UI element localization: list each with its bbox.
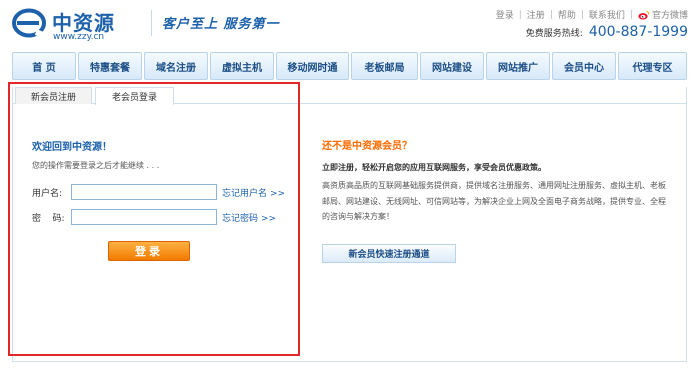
nav-item-promotion[interactable]: 网站推广	[486, 52, 550, 80]
weibo-icon	[638, 10, 650, 19]
nav-item-member[interactable]: 会员中心	[552, 52, 616, 80]
info-lead: 立即注册，轻松开启您的应用互联网服务，享受会员优惠政策。	[322, 163, 546, 172]
link-divider: |	[580, 9, 584, 20]
top-weibo-link[interactable]: 官方微博	[638, 8, 688, 21]
site-logo[interactable]: 中资源 www.zzy.cn	[12, 4, 152, 42]
nav-item-hosting[interactable]: 虚拟主机	[210, 52, 274, 80]
hotline-label: 免费服务热线:	[525, 29, 583, 39]
top-login-link[interactable]: 登录	[496, 8, 514, 21]
top-register-link[interactable]: 注册	[527, 8, 545, 21]
top-help-link[interactable]: 帮助	[558, 8, 576, 21]
info-title: 还不是中资源会员？	[322, 141, 412, 152]
logo-url: www.zzy.cn	[53, 32, 105, 42]
zzy-logo-e-icon	[12, 8, 46, 38]
weibo-label: 官方微博	[651, 11, 688, 21]
hotline-number: 400-887-1999	[588, 24, 688, 40]
hotline: 免费服务热线: 400-887-1999	[526, 24, 688, 40]
nav-item-domain[interactable]: 域名注册	[144, 52, 208, 80]
main-nav: 首 页 特惠套餐 域名注册 虚拟主机 移动网时通 老板邮局 网站建设 网站推广 …	[12, 52, 687, 80]
nav-item-agent[interactable]: 代理专区	[618, 52, 687, 80]
nav-item-home[interactable]: 首 页	[12, 52, 76, 80]
fast-register-button[interactable]: 新会员快速注册通道	[322, 244, 456, 263]
link-divider: |	[549, 9, 553, 20]
highlight-frame	[8, 82, 300, 356]
link-divider: |	[518, 9, 522, 20]
logo-divider	[151, 10, 152, 36]
nav-item-mail[interactable]: 老板邮局	[351, 52, 418, 80]
nav-item-packages[interactable]: 特惠套餐	[78, 52, 142, 80]
info-body: 高资质高品质的互联网基础服务提供商，提供域名注册服务、通用网址注册服务、虚拟主机…	[322, 181, 666, 221]
nav-item-website[interactable]: 网站建设	[420, 52, 484, 80]
top-links: 登录 | 注册 | 帮助 | 联系我们 | 官方微博	[496, 8, 688, 22]
link-divider: |	[629, 9, 633, 20]
nav-item-mobile[interactable]: 移动网时通	[276, 52, 349, 80]
slogan: 客户至上 服务第一	[162, 17, 280, 32]
top-contact-link[interactable]: 联系我们	[589, 8, 625, 21]
